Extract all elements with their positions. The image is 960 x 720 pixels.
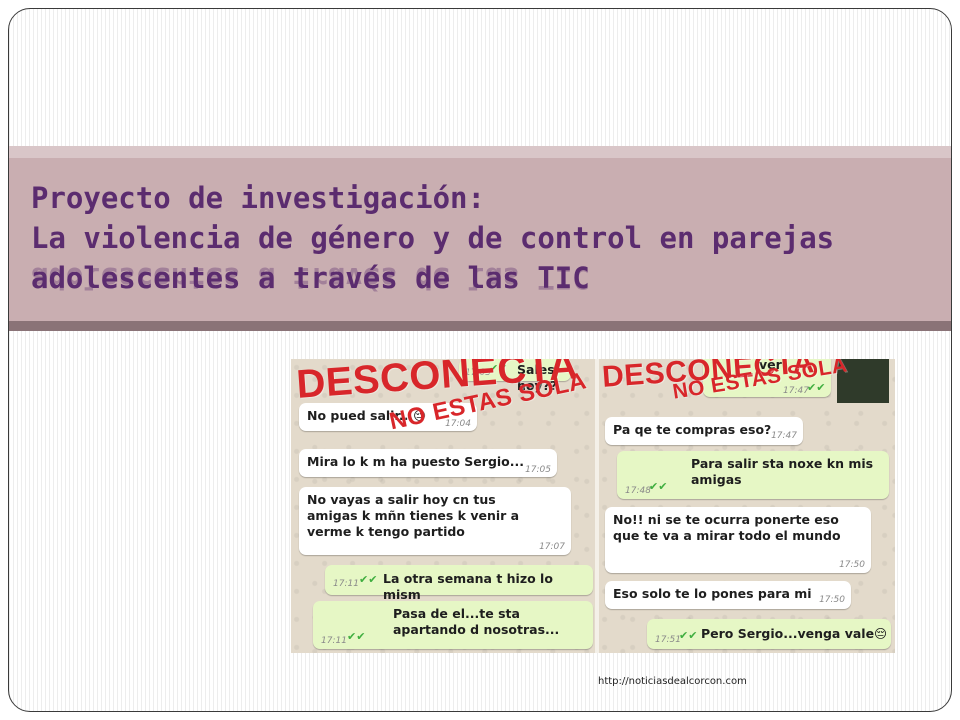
message-time: 17:47 xyxy=(771,431,797,441)
message-text: Pa qe te compras eso? xyxy=(613,422,772,437)
chat-pane-left: 17:03 ✔✔ Sales hoy?? No pued salir...😔 1… xyxy=(291,359,595,653)
source-url: http://noticiasdealcorcon.com xyxy=(598,676,747,687)
message-text: No vayas a salir hoy cn tus amigas k mñn… xyxy=(307,492,520,539)
message-time: 17:51 xyxy=(655,635,681,645)
chat-bubble: No vayas a salir hoy cn tus amigas k mñn… xyxy=(299,487,571,555)
message-text: Eso solo te lo pones para mi xyxy=(613,586,812,601)
double-check-icon: ✔✔ xyxy=(347,630,366,643)
message-text: La otra semana t hizo lo mism xyxy=(383,571,553,602)
title-band-shadow xyxy=(9,321,951,331)
double-check-icon: ✔✔ xyxy=(679,629,698,642)
message-text: No!! ni se te ocurra ponerte eso que te … xyxy=(613,512,841,543)
chat-bubble: Eso solo te lo pones para mi 17:50 xyxy=(605,581,851,609)
title-line-1: Proyecto de investigación: xyxy=(31,181,485,215)
chat-bubble: Mira lo k m ha puesto Sergio... 17:05 xyxy=(299,449,557,477)
title-reflection-line: adolescentes a través de las TIC xyxy=(31,261,590,295)
chat-bubble: 17:51 ✔✔ Pero Sergio...venga vale😔 xyxy=(647,619,891,649)
message-text: Para salir sta noxe kn mis amigas xyxy=(691,456,874,487)
chat-bubble: No!! ni se te ocurra ponerte eso que te … xyxy=(605,507,871,573)
message-time: 17:05 xyxy=(525,465,551,475)
chat-bubble: 17:11 ✔✔ La otra semana t hizo lo mism xyxy=(325,565,593,602)
chat-pane-right: ver 17:47 ✔✔ DESCONECTA NO ESTAS SOLA Pa… xyxy=(599,359,895,653)
message-text: Pero Sergio...venga vale😔 xyxy=(701,626,888,641)
chat-bubble: 17:11 ✔✔ Pasa de el...te sta apartando d… xyxy=(313,601,593,649)
message-time: 17:11 xyxy=(321,636,347,646)
title-line-2: La violencia de género y de control en p… xyxy=(31,221,835,255)
double-check-icon: ✔✔ xyxy=(649,480,668,493)
message-time: 17:11 xyxy=(333,579,359,589)
chat-bubble: 17:48 ✔✔ Para salir sta noxe kn mis amig… xyxy=(617,451,889,499)
title-reflection: adolescentes a través de las TIC xyxy=(31,258,590,298)
title-band: Proyecto de investigación: La violencia … xyxy=(9,158,951,321)
message-time: 17:50 xyxy=(819,595,845,605)
message-text: Pasa de el...te sta apartando d nosotras… xyxy=(393,606,560,637)
double-check-icon: ✔✔ xyxy=(359,573,378,586)
chat-bubble: Pa qe te compras eso? 17:47 xyxy=(605,417,803,445)
title-band-highlight xyxy=(9,146,951,158)
chat-screenshot-image: 17:03 ✔✔ Sales hoy?? No pued salir...😔 1… xyxy=(291,359,895,653)
message-time: 17:48 xyxy=(625,486,651,496)
message-time: 17:50 xyxy=(839,560,865,570)
message-time: 17:07 xyxy=(539,542,565,552)
message-text: Mira lo k m ha puesto Sergio... xyxy=(307,454,525,469)
